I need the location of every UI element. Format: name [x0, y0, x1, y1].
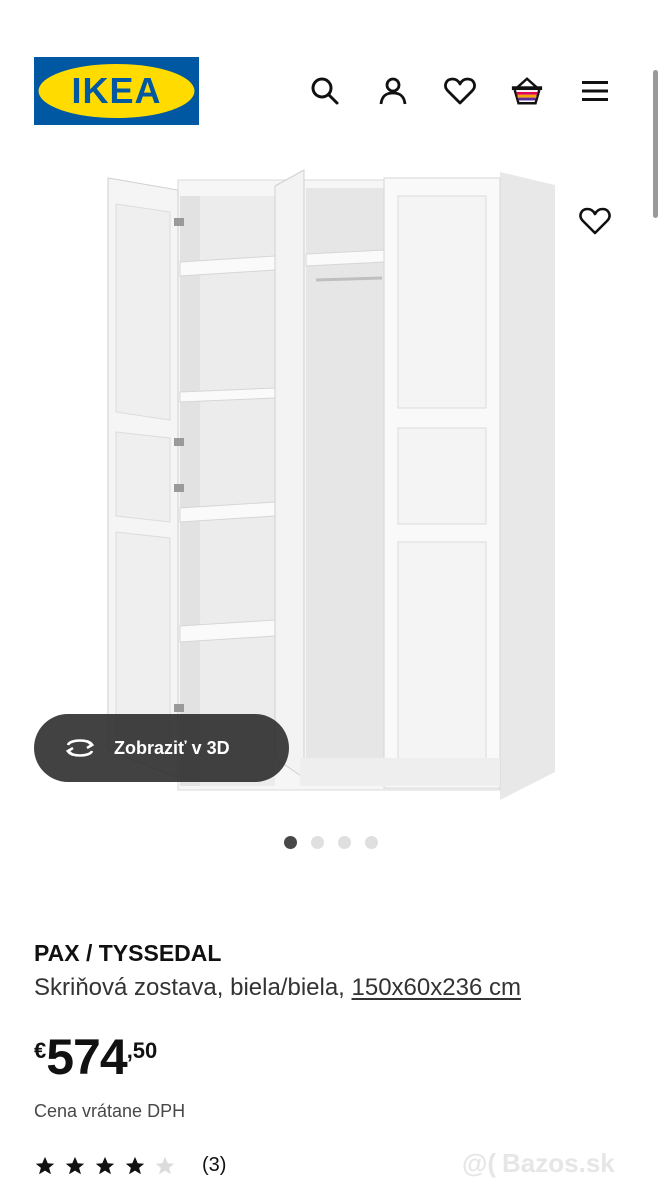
product-dimensions-link[interactable]: 150x60x236 cm: [352, 974, 521, 1001]
star-filled-icon: [95, 1156, 115, 1174]
rotate-3d-icon: [62, 736, 100, 760]
ikea-logo[interactable]: IKEA: [34, 57, 199, 125]
carousel-dots: [284, 836, 378, 849]
search-icon[interactable]: [308, 74, 342, 108]
user-icon[interactable]: [376, 74, 410, 108]
product-price: € 574 ,50: [34, 1028, 157, 1086]
basket-icon[interactable]: [510, 74, 544, 108]
rating-count: (3): [202, 1154, 227, 1176]
watermark-at-icon: @(: [462, 1148, 497, 1178]
heart-icon[interactable]: [443, 74, 477, 108]
carousel-dot[interactable]: [338, 836, 351, 849]
logo-text: IKEA: [71, 70, 161, 111]
menu-icon[interactable]: [578, 74, 612, 108]
product-rating[interactable]: (3): [34, 1154, 226, 1177]
vat-note: Cena vrátane DPH: [34, 1101, 186, 1121]
carousel-dot[interactable]: [365, 836, 378, 849]
star-filled-icon: [35, 1156, 55, 1174]
carousel-dot[interactable]: [311, 836, 324, 849]
price-main: 574: [46, 1029, 127, 1085]
watermark: @( Bazos.sk: [462, 1148, 615, 1179]
carousel-dot[interactable]: [284, 836, 297, 849]
product-description-text: Skriňová zostava, biela/biela,: [34, 974, 345, 1001]
star-filled-icon: [125, 1156, 145, 1174]
product-name: PAX / TYSSEDAL: [34, 940, 222, 966]
view-3d-label: Zobraziť v 3D: [114, 737, 230, 758]
price-currency: €: [34, 1038, 47, 1063]
wishlist-heart-icon[interactable]: [576, 202, 614, 240]
star-filled-icon: [65, 1156, 85, 1174]
price-cents: ,50: [126, 1038, 158, 1063]
view-3d-button[interactable]: Zobraziť v 3D: [34, 714, 289, 782]
star-empty-icon: [155, 1156, 175, 1174]
product-description: Skriňová zostava, biela/biela, 150x60x23…: [34, 974, 521, 1002]
watermark-text: Bazos.sk: [502, 1148, 615, 1178]
